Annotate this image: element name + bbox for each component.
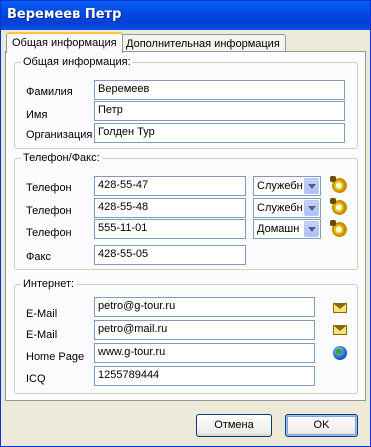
- phone-field-1[interactable]: 428-55-47: [94, 176, 246, 196]
- firstname-field[interactable]: Петр: [94, 101, 345, 121]
- chevron-down-icon[interactable]: [304, 200, 319, 216]
- phone-label-3: Телефон: [26, 227, 72, 239]
- tab-general[interactable]: Общая информация: [6, 32, 123, 53]
- lastname-label: Фамилия: [26, 86, 73, 98]
- fax-label: Факс: [26, 251, 51, 263]
- email-label-2: E-Mail: [26, 329, 58, 341]
- contact-window: Веремеев Петр Общая информация Дополните…: [0, 0, 371, 447]
- email-label-1: E-Mail: [26, 308, 58, 320]
- tab-panel-general: Общая информация: Фамилия Веремеев Имя П…: [5, 51, 366, 401]
- tab-additional[interactable]: Дополнительная информация: [120, 34, 286, 52]
- phone-label-2: Телефон: [26, 205, 72, 217]
- fax-field[interactable]: 428-55-05: [94, 245, 246, 265]
- phone-type-select-1[interactable]: Служебн: [253, 176, 321, 196]
- general-legend: Общая информация:: [23, 56, 131, 68]
- ok-button[interactable]: OK: [285, 414, 358, 437]
- icq-label: ICQ: [26, 373, 46, 385]
- phone-legend: Телефон/Факс:: [23, 152, 100, 164]
- phone-label-1: Телефон: [26, 182, 72, 194]
- phone-type-value-2: Служебн: [257, 202, 303, 214]
- chevron-down-icon[interactable]: [304, 221, 319, 237]
- phone-dial-icon[interactable]: [330, 176, 347, 193]
- homepage-label: Home Page: [26, 351, 85, 363]
- cancel-button[interactable]: Отмена: [196, 414, 272, 437]
- phone-type-value-3: Домашн: [257, 223, 300, 235]
- organization-label: Организация: [26, 129, 93, 141]
- mail-icon[interactable]: [333, 303, 347, 313]
- organization-field[interactable]: Голден Тур: [94, 123, 345, 143]
- phone-field-3[interactable]: 555-11-01: [94, 219, 246, 239]
- phone-type-value-1: Служебн: [257, 180, 303, 192]
- firstname-label: Имя: [26, 109, 48, 121]
- internet-legend: Интернет:: [23, 278, 75, 290]
- lastname-field[interactable]: Веремеев: [94, 80, 345, 100]
- globe-icon[interactable]: [333, 346, 347, 360]
- icq-field[interactable]: 1255789444: [94, 366, 315, 386]
- mail-icon[interactable]: [333, 325, 347, 335]
- phone-type-select-2[interactable]: Служебн: [253, 198, 321, 218]
- email-field-1[interactable]: petro@g-tour.ru: [94, 297, 315, 317]
- homepage-field[interactable]: www.g-tour.ru: [94, 343, 315, 363]
- title-bar[interactable]: Веремеев Петр: [1, 1, 370, 30]
- email-field-2[interactable]: petro@mail.ru: [94, 320, 315, 340]
- phone-type-select-3[interactable]: Домашн: [253, 219, 321, 239]
- phone-field-2[interactable]: 428-55-48: [94, 198, 246, 218]
- phone-dial-icon[interactable]: [330, 198, 347, 215]
- window-title: Веремеев Петр: [7, 7, 122, 22]
- phone-dial-icon[interactable]: [330, 220, 347, 237]
- chevron-down-icon[interactable]: [304, 178, 319, 194]
